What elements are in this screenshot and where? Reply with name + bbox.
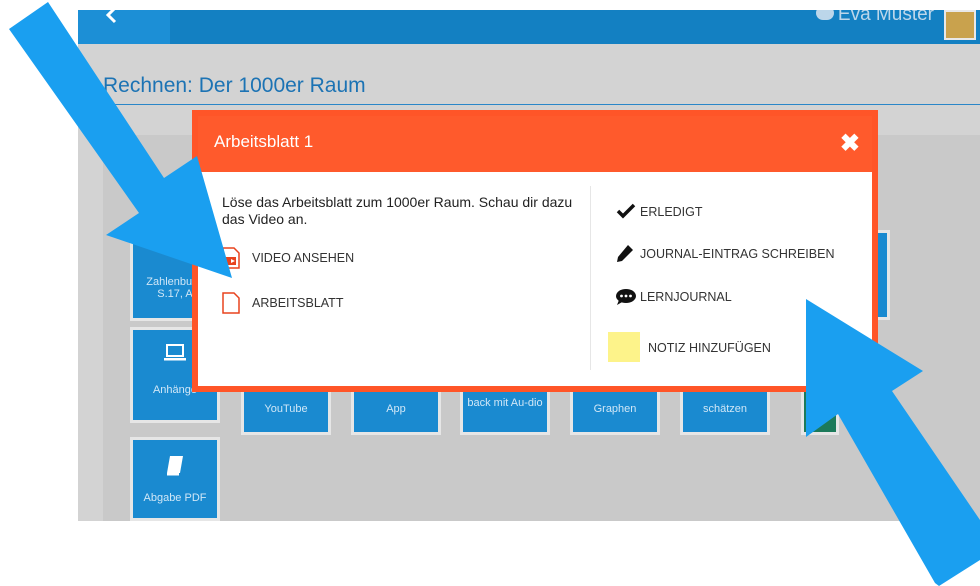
close-icon: ✖ xyxy=(839,130,860,157)
column-divider xyxy=(590,186,591,370)
book-icon xyxy=(133,456,217,479)
journal-entry-label: JOURNAL-EINTRAG SCHREIBEN xyxy=(640,247,835,261)
back-button[interactable] xyxy=(78,10,170,44)
avatar[interactable] xyxy=(944,10,976,40)
tile-feedback-audio[interactable]: back mit Au-dio xyxy=(460,378,550,435)
add-note-action[interactable]: NOTIZ HINZUFÜGEN xyxy=(608,332,848,362)
note-icon xyxy=(608,332,640,362)
top-bar: Eva Muster xyxy=(78,10,980,44)
task-modal: Arbeitsblatt 1 ✖ Löse das Arbeitsblatt z… xyxy=(198,116,872,386)
tile-graphen[interactable]: Graphen xyxy=(570,378,660,435)
add-note-label: NOTIZ HINZUFÜGEN xyxy=(648,341,771,355)
tile-partial[interactable] xyxy=(801,378,839,435)
tile-app[interactable]: App xyxy=(351,378,441,435)
modal-body: Löse das Arbeitsblatt zum 1000er Raum. S… xyxy=(198,172,872,386)
tile-label: Graphen xyxy=(593,403,637,415)
journal-action[interactable]: LERNJOURNAL xyxy=(615,288,855,310)
tile-schaetzen[interactable]: schätzen xyxy=(680,378,770,435)
tile-label: Abgabe PDF xyxy=(143,492,207,504)
worksheet-label: ARBEITSBLATT xyxy=(252,296,344,310)
video-label: VIDEO ANSEHEN xyxy=(252,251,355,265)
video-action[interactable]: VIDEO ANSEHEN xyxy=(222,247,422,271)
modal-title: Arbeitsblatt 1 xyxy=(214,132,314,151)
title-divider xyxy=(103,104,980,105)
tile-label: back mit Au-dio xyxy=(467,397,543,409)
speech-bubble-icon xyxy=(616,289,636,305)
chat-icon[interactable] xyxy=(816,10,834,20)
chevron-left-icon xyxy=(105,10,117,24)
user-name[interactable]: Eva Muster xyxy=(838,10,934,26)
modal-header: Arbeitsblatt 1 ✖ xyxy=(198,116,872,172)
tile-youtube[interactable]: YouTube xyxy=(241,378,331,435)
tile-label: App xyxy=(386,403,406,415)
pencil-icon xyxy=(617,245,633,262)
close-button[interactable]: ✖ xyxy=(840,132,860,156)
checkmark-icon xyxy=(616,203,636,219)
video-file-icon xyxy=(222,247,240,269)
tile-label: YouTube xyxy=(264,403,308,415)
journal-entry-action[interactable]: JOURNAL-EINTRAG SCHREIBEN xyxy=(616,244,866,266)
done-action[interactable]: ERLEDIGT xyxy=(616,202,856,224)
tile-partial-right[interactable] xyxy=(870,230,890,320)
journal-label: LERNJOURNAL xyxy=(640,290,732,304)
done-label: ERLEDIGT xyxy=(640,205,703,219)
document-icon xyxy=(222,292,240,314)
worksheet-action[interactable]: ARBEITSBLATT xyxy=(222,292,422,316)
tile-label: schätzen xyxy=(702,403,748,415)
tile-abgabe-pdf[interactable]: Abgabe PDF xyxy=(130,437,220,521)
page-title: Rechnen: Der 1000er Raum xyxy=(103,74,366,97)
task-description: Löse das Arbeitsblatt zum 1000er Raum. S… xyxy=(222,194,573,227)
